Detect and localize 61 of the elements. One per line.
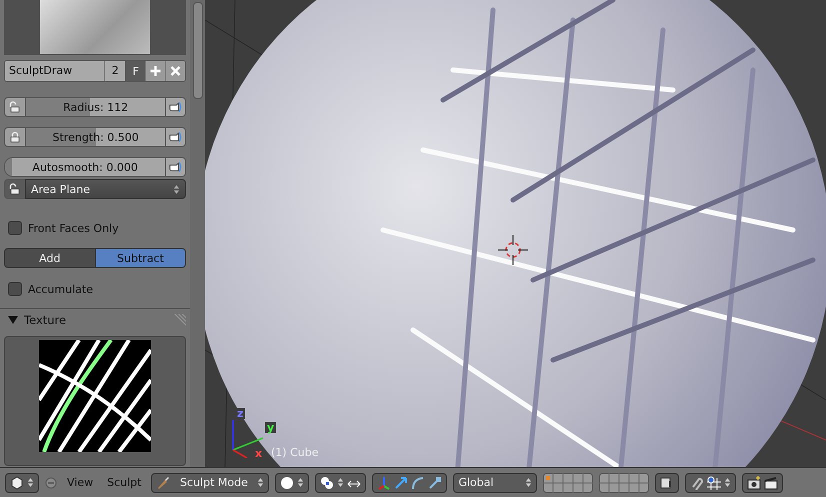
manipulator-toggles[interactable] — [372, 472, 448, 492]
brush-preview[interactable] — [4, 0, 186, 55]
scale-handle-icon — [428, 476, 442, 490]
texture-preview-panel[interactable] — [4, 336, 186, 466]
axis-label: y — [265, 422, 276, 433]
arrow-icon — [394, 476, 408, 490]
render-buttons[interactable] — [742, 472, 784, 492]
up-down-arrows-icon — [724, 477, 732, 488]
collapse-menu-icon[interactable] — [45, 476, 57, 488]
menu-item[interactable]: View — [63, 476, 98, 489]
3d-cursor-icon — [498, 235, 528, 265]
checkbox-label: Front Faces Only — [28, 222, 119, 234]
up-down-arrows-icon — [257, 477, 264, 488]
up-down-arrows-icon — [525, 477, 532, 488]
mode-dropdown[interactable]: Sculpt Mode — [151, 472, 270, 492]
pressure-button[interactable] — [166, 97, 186, 117]
stroke-method-dropdown[interactable]: Area Plane — [25, 179, 186, 199]
pressure-button[interactable] — [166, 157, 186, 177]
lock-button[interactable] — [4, 179, 25, 199]
magnet-icon — [690, 476, 704, 490]
scrollbar-thumb[interactable] — [192, 2, 203, 99]
open-padlock-icon — [9, 101, 21, 113]
lock-camera-button[interactable] — [655, 472, 680, 492]
lock-button[interactable] — [4, 97, 25, 117]
menu-item[interactable]: Sculpt — [103, 476, 146, 489]
up-down-arrows-icon — [297, 477, 304, 488]
pressure-button[interactable] — [166, 127, 186, 147]
snap-grid-icon — [707, 476, 722, 490]
pivot-icon — [320, 476, 334, 490]
pivot-dropdown[interactable] — [315, 472, 366, 492]
texture-panel-header[interactable]: Texture — [4, 309, 186, 331]
axis-label: z — [235, 408, 246, 419]
shading-dropdown[interactable] — [275, 472, 310, 492]
open-padlock-icon — [9, 183, 21, 195]
axes-icon — [377, 476, 392, 490]
drag-grip-icon[interactable] — [173, 314, 186, 326]
layer-grid-icon[interactable] — [543, 472, 594, 492]
checkbox[interactable] — [8, 282, 22, 296]
padlock-icon — [9, 131, 21, 143]
up-down-arrows-icon — [173, 184, 180, 194]
clapperboard-icon — [764, 476, 778, 490]
value-slider[interactable]: Strength: 0.500 — [25, 127, 166, 147]
snap-controls[interactable] — [685, 472, 736, 492]
layer-grid-icon[interactable] — [599, 472, 650, 492]
checkbox[interactable] — [8, 221, 22, 235]
arc-icon — [411, 476, 426, 490]
orientation-dropdown[interactable]: Global — [453, 472, 538, 492]
axis-label: x — [253, 448, 264, 459]
up-down-arrows-icon — [337, 477, 344, 488]
editor-type-button[interactable] — [5, 472, 39, 492]
direction-toggle[interactable]: Add — [4, 248, 96, 268]
object-name-label: (1) Cube — [271, 446, 318, 459]
lock-button[interactable] — [4, 127, 25, 147]
sphere-icon — [280, 476, 294, 490]
value-slider[interactable]: Radius: 112 — [25, 97, 166, 117]
value-slider[interactable]: Autosmooth: 0.000 — [4, 157, 166, 177]
camera-icon — [747, 476, 762, 490]
brush-icon — [156, 476, 170, 490]
direction-toggle[interactable]: Subtract — [96, 248, 186, 268]
checkbox-label: Accumulate — [28, 282, 93, 296]
up-down-arrows-icon — [27, 477, 34, 488]
